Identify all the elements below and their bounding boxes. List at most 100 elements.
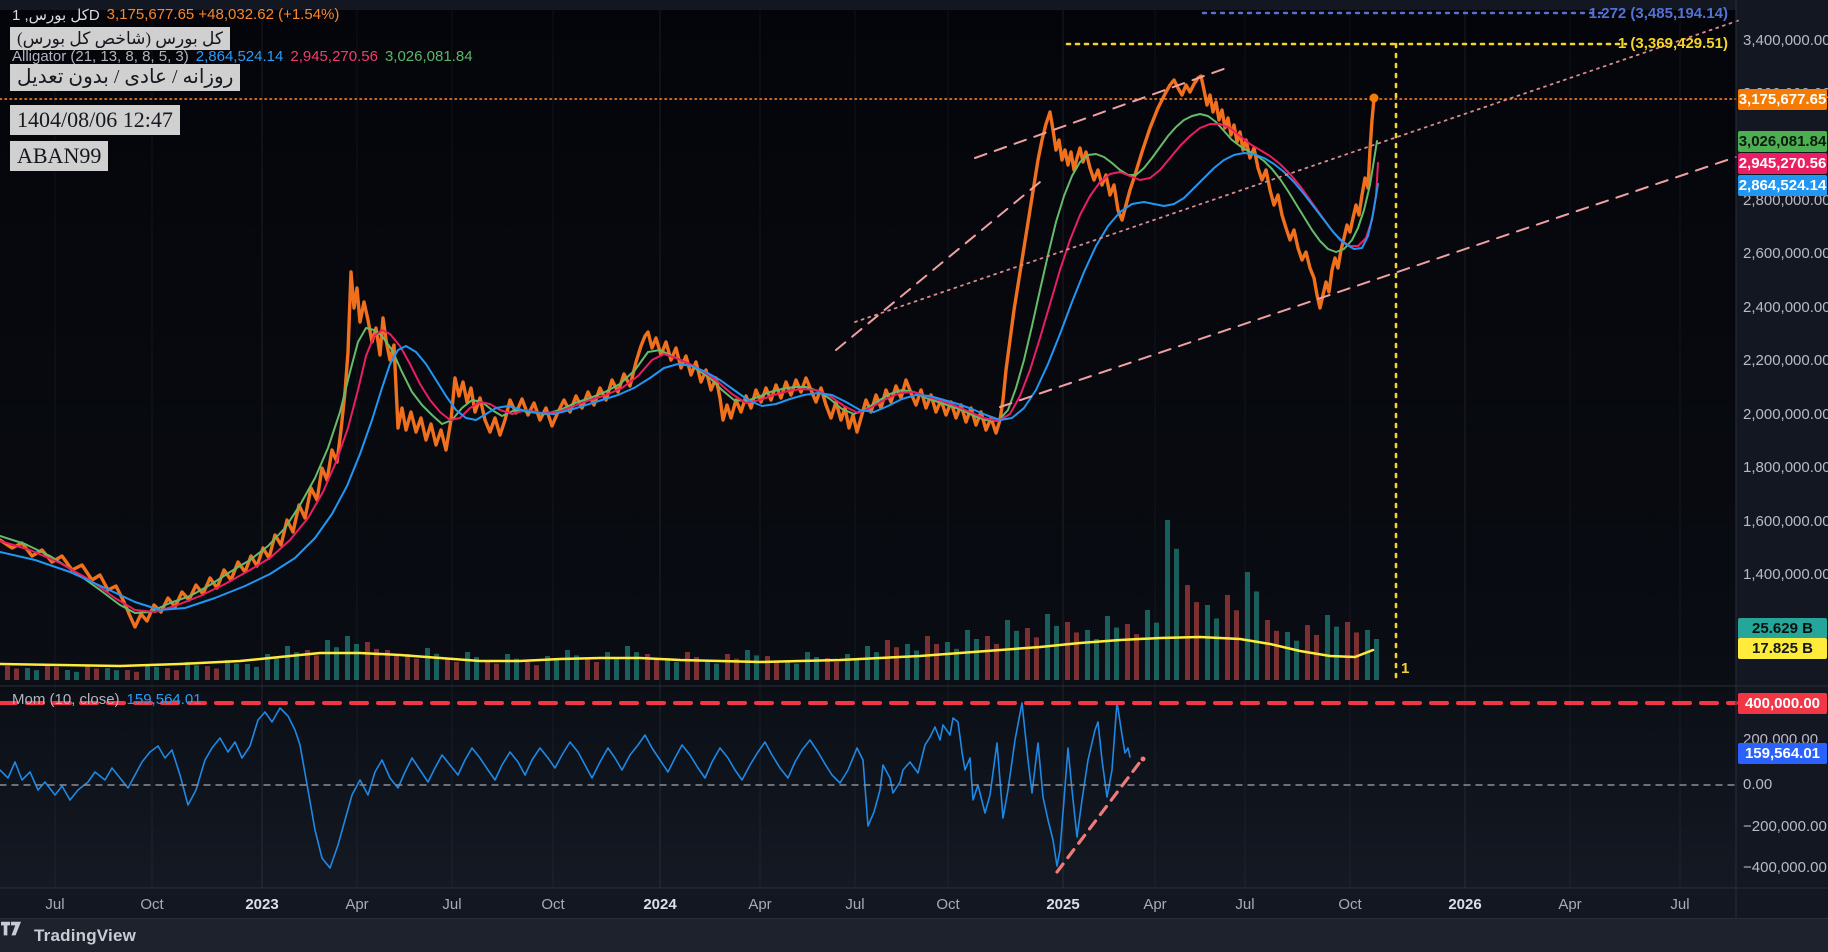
volume-bar bbox=[205, 666, 210, 680]
volume-bar bbox=[525, 662, 530, 680]
volume-bar bbox=[834, 661, 839, 680]
volume-bar bbox=[754, 655, 759, 680]
time-axis-label[interactable]: Jul bbox=[1235, 896, 1254, 913]
time-axis-label[interactable]: Jul bbox=[442, 896, 461, 913]
volume-bar bbox=[665, 658, 670, 680]
volume-bar bbox=[625, 646, 630, 680]
volume-bar bbox=[685, 652, 690, 680]
volume-bar bbox=[765, 656, 770, 680]
volume-bar bbox=[565, 650, 570, 680]
time-axis-label[interactable]: Apr bbox=[1143, 896, 1166, 913]
volume-bar bbox=[1054, 625, 1059, 680]
axis-tick-label: 3,400,000.00 bbox=[1743, 32, 1828, 49]
volume-bar bbox=[985, 636, 990, 680]
time-axis-label[interactable]: Apr bbox=[1558, 896, 1581, 913]
volume-bar bbox=[745, 650, 750, 680]
volume-bar bbox=[1145, 610, 1150, 680]
momentum-value: 159,564.01 bbox=[126, 691, 202, 708]
symbol-name[interactable]: کل بورس, 1D bbox=[12, 6, 100, 24]
axis-price-badge: 400,000.00 bbox=[1738, 693, 1827, 714]
volume-bar bbox=[845, 654, 850, 680]
volume-bar bbox=[594, 661, 599, 680]
bottom-toolbar: TradingView bbox=[0, 918, 1828, 952]
fib-vline-label[interactable]: 1 bbox=[1401, 660, 1409, 677]
note-datetime[interactable]: 1404/08/06 12:47 bbox=[10, 105, 180, 135]
note-tag[interactable]: ABAN99 bbox=[10, 141, 109, 171]
volume-bar bbox=[1314, 634, 1319, 680]
volume-bar bbox=[865, 646, 870, 680]
volume-bar bbox=[1165, 520, 1170, 680]
fib-1272-label[interactable]: 1.272 (3,485,194.14) bbox=[1518, 5, 1728, 22]
volume-bar bbox=[614, 657, 619, 680]
volume-bar bbox=[785, 660, 790, 680]
symbol-price-values: 3,175,677.65 +48,032.62 (+1.54%) bbox=[106, 6, 340, 23]
alligator-label[interactable]: Alligator (21, 13, 8, 8, 5, 3) bbox=[12, 48, 189, 65]
axis-tick-label: −200,000.00 bbox=[1743, 818, 1827, 835]
time-axis-label[interactable]: Oct bbox=[1338, 896, 1361, 913]
momentum-label[interactable]: Mom (10, close) bbox=[12, 691, 120, 708]
volume-bar bbox=[925, 636, 930, 680]
volume-bar bbox=[414, 658, 419, 680]
volume-bar bbox=[394, 655, 399, 680]
volume-bar bbox=[114, 670, 119, 680]
volume-bar bbox=[1245, 572, 1250, 680]
tradingview-chart-window: کل بورس, 1D 3,175,677.65 +48,032.62 (+1.… bbox=[0, 0, 1828, 952]
volume-bar bbox=[234, 663, 239, 680]
volume-bar bbox=[354, 643, 359, 680]
note-symbol-fullname[interactable]: کل بورس (شاخص کل بورس) bbox=[10, 27, 230, 51]
volume-bar bbox=[974, 639, 979, 680]
volume-bar bbox=[534, 665, 539, 680]
volume-bar bbox=[1274, 630, 1279, 680]
time-axis-label[interactable]: Jul bbox=[1670, 896, 1689, 913]
axis-price-badge: 3,026,081.84 bbox=[1738, 131, 1827, 152]
volume-bar bbox=[45, 664, 50, 680]
tradingview-logo[interactable]: TradingView bbox=[1, 921, 136, 946]
volume-bar bbox=[134, 671, 139, 680]
volume-bar bbox=[405, 654, 410, 680]
volume-bar bbox=[505, 654, 510, 680]
volume-bar bbox=[1365, 630, 1370, 680]
chart-canvas[interactable] bbox=[0, 0, 1828, 952]
volume-bar bbox=[1154, 622, 1159, 680]
volume-bar bbox=[485, 660, 490, 680]
volume-bar bbox=[1285, 632, 1290, 680]
time-axis-label[interactable]: 2024 bbox=[643, 896, 676, 913]
volume-bar bbox=[654, 658, 659, 680]
volume-bar bbox=[165, 668, 170, 680]
volume-bar bbox=[1025, 628, 1030, 680]
volume-bar bbox=[1334, 626, 1339, 680]
symbol-legend-row[interactable]: کل بورس, 1D 3,175,677.65 +48,032.62 (+1.… bbox=[12, 6, 339, 24]
time-axis-label[interactable]: 2023 bbox=[245, 896, 278, 913]
time-axis-label[interactable]: Jul bbox=[845, 896, 864, 913]
axis-tick-label: 2,400,000.00 bbox=[1743, 299, 1828, 316]
time-axis-label[interactable]: Apr bbox=[748, 896, 771, 913]
axis-price-badge: 17.825 B bbox=[1738, 638, 1827, 659]
time-axis-label[interactable]: Oct bbox=[140, 896, 163, 913]
time-axis-label[interactable]: Jul bbox=[45, 896, 64, 913]
volume-bar bbox=[1345, 622, 1350, 680]
alligator-lips-value: 3,026,081.84 bbox=[384, 48, 473, 65]
volume-bar bbox=[1254, 591, 1259, 680]
volume-bar bbox=[14, 668, 19, 680]
mom-trendline-dot bbox=[1140, 756, 1146, 762]
time-axis-label[interactable]: Apr bbox=[345, 896, 368, 913]
alligator-legend-row[interactable]: Alligator (21, 13, 8, 8, 5, 3) 2,864,524… bbox=[12, 48, 473, 65]
volume-bar bbox=[774, 660, 779, 680]
axis-tick-label: 1,800,000.00 bbox=[1743, 459, 1828, 476]
time-axis-label[interactable]: Oct bbox=[936, 896, 959, 913]
momentum-legend-row[interactable]: Mom (10, close) 159,564.01 bbox=[12, 691, 202, 708]
axis-tick-label: 2,200,000.00 bbox=[1743, 352, 1828, 369]
volume-bar bbox=[1034, 637, 1039, 680]
time-axis-label[interactable]: Oct bbox=[541, 896, 564, 913]
fib-1-label[interactable]: 1 (3,369,429.51) bbox=[1518, 35, 1728, 52]
volume-bar bbox=[1234, 610, 1239, 680]
time-axis-label[interactable]: 2026 bbox=[1448, 896, 1481, 913]
volume-bar bbox=[1174, 548, 1179, 680]
note-timeframe[interactable]: روزانه / عادی / بدون تعدیل bbox=[10, 64, 241, 91]
time-axis-label[interactable]: 2025 bbox=[1046, 896, 1079, 913]
volume-bar bbox=[634, 652, 639, 680]
volume-bar bbox=[5, 666, 10, 680]
volume-bar bbox=[945, 642, 950, 680]
volume-bar bbox=[465, 652, 470, 680]
volume-bar bbox=[1134, 634, 1139, 680]
